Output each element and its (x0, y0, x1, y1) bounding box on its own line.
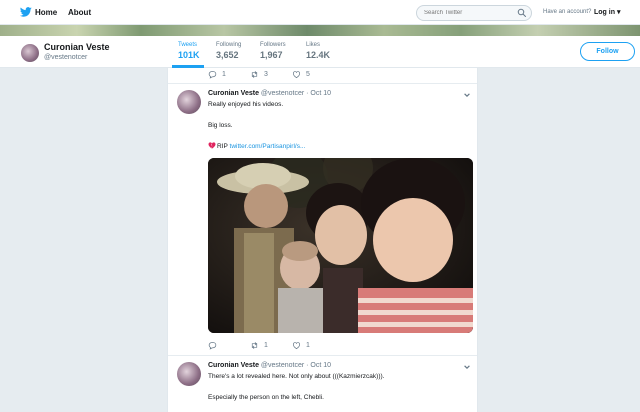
reply-count: 1 (222, 71, 226, 78)
like-action[interactable]: 1 (292, 341, 310, 350)
stat-tweets[interactable]: Tweets 101K (178, 42, 200, 60)
have-account-text: Have an account? (543, 9, 592, 15)
tweet-divider (168, 83, 477, 84)
top-nav: Home About Have an account? Log in ▾ (0, 0, 640, 25)
tweet-actions: 1 1 (208, 341, 408, 353)
search-box[interactable] (416, 5, 532, 21)
tweet-photo[interactable] (208, 158, 473, 333)
like-count: 5 (306, 71, 310, 78)
tweet-meta[interactable]: @vestenotcer · Oct 10 (261, 362, 331, 369)
stat-following[interactable]: Following 3,652 (216, 42, 241, 60)
tweet-text-line: Big loss. (208, 122, 233, 129)
tweet-author-name[interactable]: Curonian Veste (208, 362, 259, 369)
tweet-meta[interactable]: @vestenotcer · Oct 10 (261, 90, 331, 97)
tweet-header: Curonian Veste @vestenotcer · Oct 10 (208, 362, 331, 369)
stat-likes[interactable]: Likes 12.4K (306, 42, 330, 60)
retweet-icon (251, 342, 258, 349)
profile-handle[interactable]: @vestenotcer (44, 54, 87, 61)
tweet-divider (168, 355, 477, 356)
stat-value: 12.4K (306, 50, 331, 60)
tweet-text-line: Especially the person on the left, Chebl… (208, 394, 324, 401)
stat-followers[interactable]: Followers 1,967 (260, 42, 286, 60)
tweet-link[interactable]: twitter.com/Partisanpirl/s... (230, 143, 306, 150)
rip-prefix: RIP (217, 143, 230, 150)
profile-avatar[interactable] (20, 43, 40, 63)
twitter-bird-icon[interactable] (20, 6, 32, 18)
tweet-text-line: There's a lot revealed here. Not only ab… (208, 373, 385, 380)
stat-label: Following (216, 42, 242, 48)
tweet-avatar[interactable] (177, 362, 201, 386)
stat-value: 1,967 (260, 50, 283, 60)
prev-tweet-actions: 1 3 5 (208, 70, 408, 82)
retweet-count: 3 (264, 71, 268, 78)
reply-action[interactable] (208, 341, 222, 350)
reply-icon (208, 341, 217, 350)
chevron-down-icon[interactable] (463, 363, 471, 371)
login-link[interactable]: Log in ▾ (594, 8, 620, 16)
stat-label: Likes (306, 42, 321, 48)
tweet-header: Curonian Veste @vestenotcer · Oct 10 (208, 90, 331, 97)
retweet-action[interactable]: 3 (250, 70, 268, 79)
about-link[interactable]: About (68, 8, 91, 17)
retweet-icon (251, 71, 258, 78)
chevron-down-icon[interactable] (463, 91, 471, 99)
photo-image (208, 158, 473, 333)
stat-label: Tweets (178, 42, 198, 48)
tweet-avatar[interactable] (177, 90, 201, 114)
profile-banner (0, 25, 640, 36)
heart-icon (292, 342, 301, 350)
search-input[interactable] (424, 7, 516, 19)
retweet-count: 1 (264, 342, 268, 349)
tweet-rip-line: RIP twitter.com/Partisanpirl/s... (208, 142, 305, 150)
search-icon[interactable] (517, 8, 527, 18)
like-count: 1 (306, 342, 310, 349)
follow-button[interactable]: Follow (580, 42, 635, 61)
retweet-action[interactable]: 1 (250, 341, 268, 350)
stat-label: Followers (260, 42, 286, 48)
stat-value: 3,652 (216, 50, 239, 60)
reply-icon (208, 70, 217, 79)
like-action[interactable]: 5 (292, 70, 310, 79)
heart-icon (292, 71, 301, 79)
timeline: 1 3 5 Curonian Veste @vestenotcer · Oct … (167, 68, 478, 412)
home-link[interactable]: Home (35, 8, 57, 17)
tweet-text-line: Really enjoyed his videos. (208, 101, 284, 108)
tweet-author-name[interactable]: Curonian Veste (208, 90, 259, 97)
reply-action[interactable]: 1 (208, 70, 226, 79)
profile-name[interactable]: Curonian Veste (44, 42, 110, 52)
broken-heart-icon (208, 142, 216, 149)
stat-value: 101K (178, 50, 200, 60)
